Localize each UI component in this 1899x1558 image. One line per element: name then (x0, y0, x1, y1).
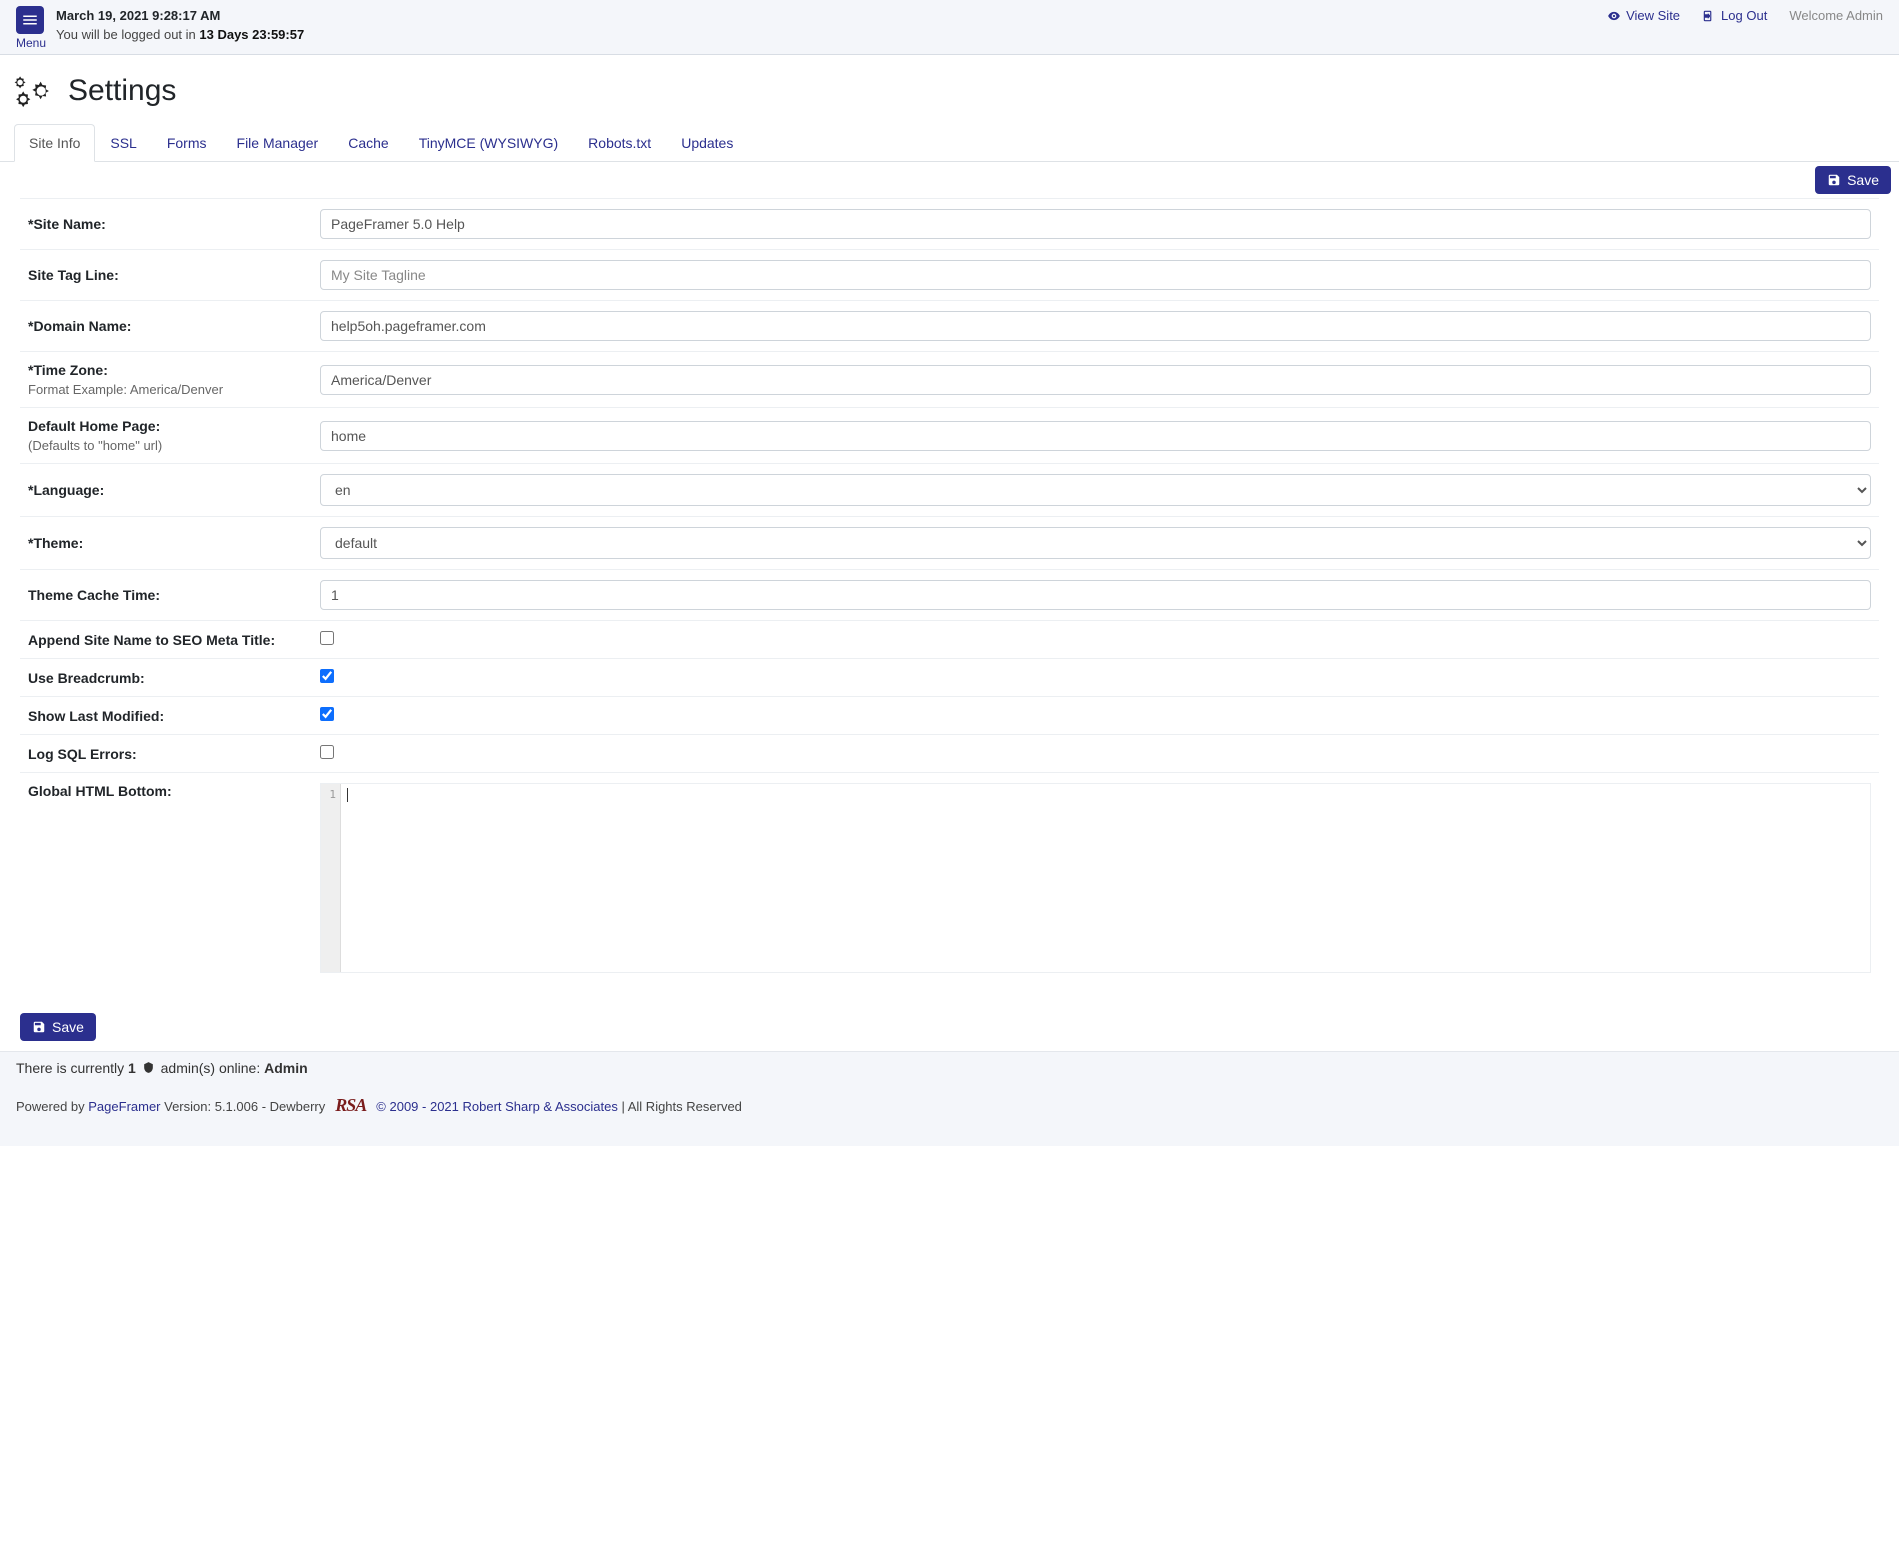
tab-robots[interactable]: Robots.txt (573, 124, 666, 162)
label-html-bottom: Global HTML Bottom: (20, 783, 320, 799)
cache-time-input[interactable] (320, 580, 1871, 610)
footer: Powered by PageFramer Version: 5.1.006 -… (0, 1085, 1899, 1146)
rsa-logo: RSA (335, 1095, 366, 1116)
tab-file-manager[interactable]: File Manager (222, 124, 334, 162)
save-button-bottom[interactable]: Save (20, 1013, 96, 1041)
view-site-link[interactable]: View Site (1607, 8, 1680, 23)
hamburger-icon (21, 11, 39, 29)
label-theme: *Theme: (20, 535, 320, 551)
tab-updates[interactable]: Updates (666, 124, 748, 162)
tab-cache[interactable]: Cache (333, 124, 403, 162)
logout-countdown: You will be logged out in 13 Days 23:59:… (56, 27, 304, 42)
label-site-name: *Site Name: (20, 216, 320, 232)
language-select[interactable]: en (320, 474, 1871, 506)
welcome-text: Welcome Admin (1789, 8, 1883, 23)
label-log-sql: Log SQL Errors: (20, 746, 320, 762)
log-out-link[interactable]: Log Out (1702, 8, 1767, 23)
editor-content[interactable] (341, 784, 1870, 972)
settings-tabs: Site Info SSL Forms File Manager Cache T… (0, 123, 1899, 162)
label-homepage: Default Home Page: (Defaults to "home" u… (20, 418, 320, 453)
last-modified-checkbox[interactable] (320, 707, 334, 721)
label-tag-line: Site Tag Line: (20, 267, 320, 283)
label-seo-title: Append Site Name to SEO Meta Title: (20, 632, 320, 648)
logout-icon (1702, 9, 1716, 23)
label-last-modified: Show Last Modified: (20, 708, 320, 724)
pageframer-link[interactable]: PageFramer (88, 1099, 160, 1114)
html-bottom-editor[interactable]: 1 (320, 783, 1871, 973)
editor-gutter: 1 (321, 784, 341, 972)
save-icon (32, 1020, 46, 1034)
site-name-input[interactable] (320, 209, 1871, 239)
tag-line-input[interactable] (320, 260, 1871, 290)
seo-title-checkbox[interactable] (320, 631, 334, 645)
label-domain: *Domain Name: (20, 318, 320, 334)
label-breadcrumb: Use Breadcrumb: (20, 670, 320, 686)
eye-icon (1607, 9, 1621, 23)
tab-ssl[interactable]: SSL (95, 124, 151, 162)
homepage-input[interactable] (320, 421, 1871, 451)
tab-tinymce[interactable]: TinyMCE (WYSIWYG) (404, 124, 573, 162)
menu-button[interactable] (16, 6, 44, 34)
settings-form: *Site Name: Site Tag Line: *Domain Name:… (0, 198, 1899, 1003)
label-language: *Language: (20, 482, 320, 498)
domain-input[interactable] (320, 311, 1871, 341)
shield-icon (142, 1061, 155, 1077)
copyright-link[interactable]: © 2009 - 2021 Robert Sharp & Associates (376, 1099, 618, 1114)
save-icon (1827, 173, 1841, 187)
current-datetime: March 19, 2021 9:28:17 AM (56, 8, 304, 23)
menu-label: Menu (16, 36, 46, 50)
label-cache-time: Theme Cache Time: (20, 587, 320, 603)
tab-forms[interactable]: Forms (152, 124, 222, 162)
theme-select[interactable]: default (320, 527, 1871, 559)
tab-site-info[interactable]: Site Info (14, 124, 95, 162)
save-button-top[interactable]: Save (1815, 166, 1891, 194)
label-timezone: *Time Zone: Format Example: America/Denv… (20, 362, 320, 397)
page-heading: Settings (0, 55, 1899, 123)
timezone-input[interactable] (320, 365, 1871, 395)
gears-icon (10, 69, 54, 113)
breadcrumb-checkbox[interactable] (320, 669, 334, 683)
log-sql-checkbox[interactable] (320, 745, 334, 759)
admins-online: There is currently 1 admin(s) online: Ad… (0, 1051, 1899, 1085)
page-title: Settings (68, 74, 176, 108)
top-bar: Menu March 19, 2021 9:28:17 AM You will … (0, 0, 1899, 55)
